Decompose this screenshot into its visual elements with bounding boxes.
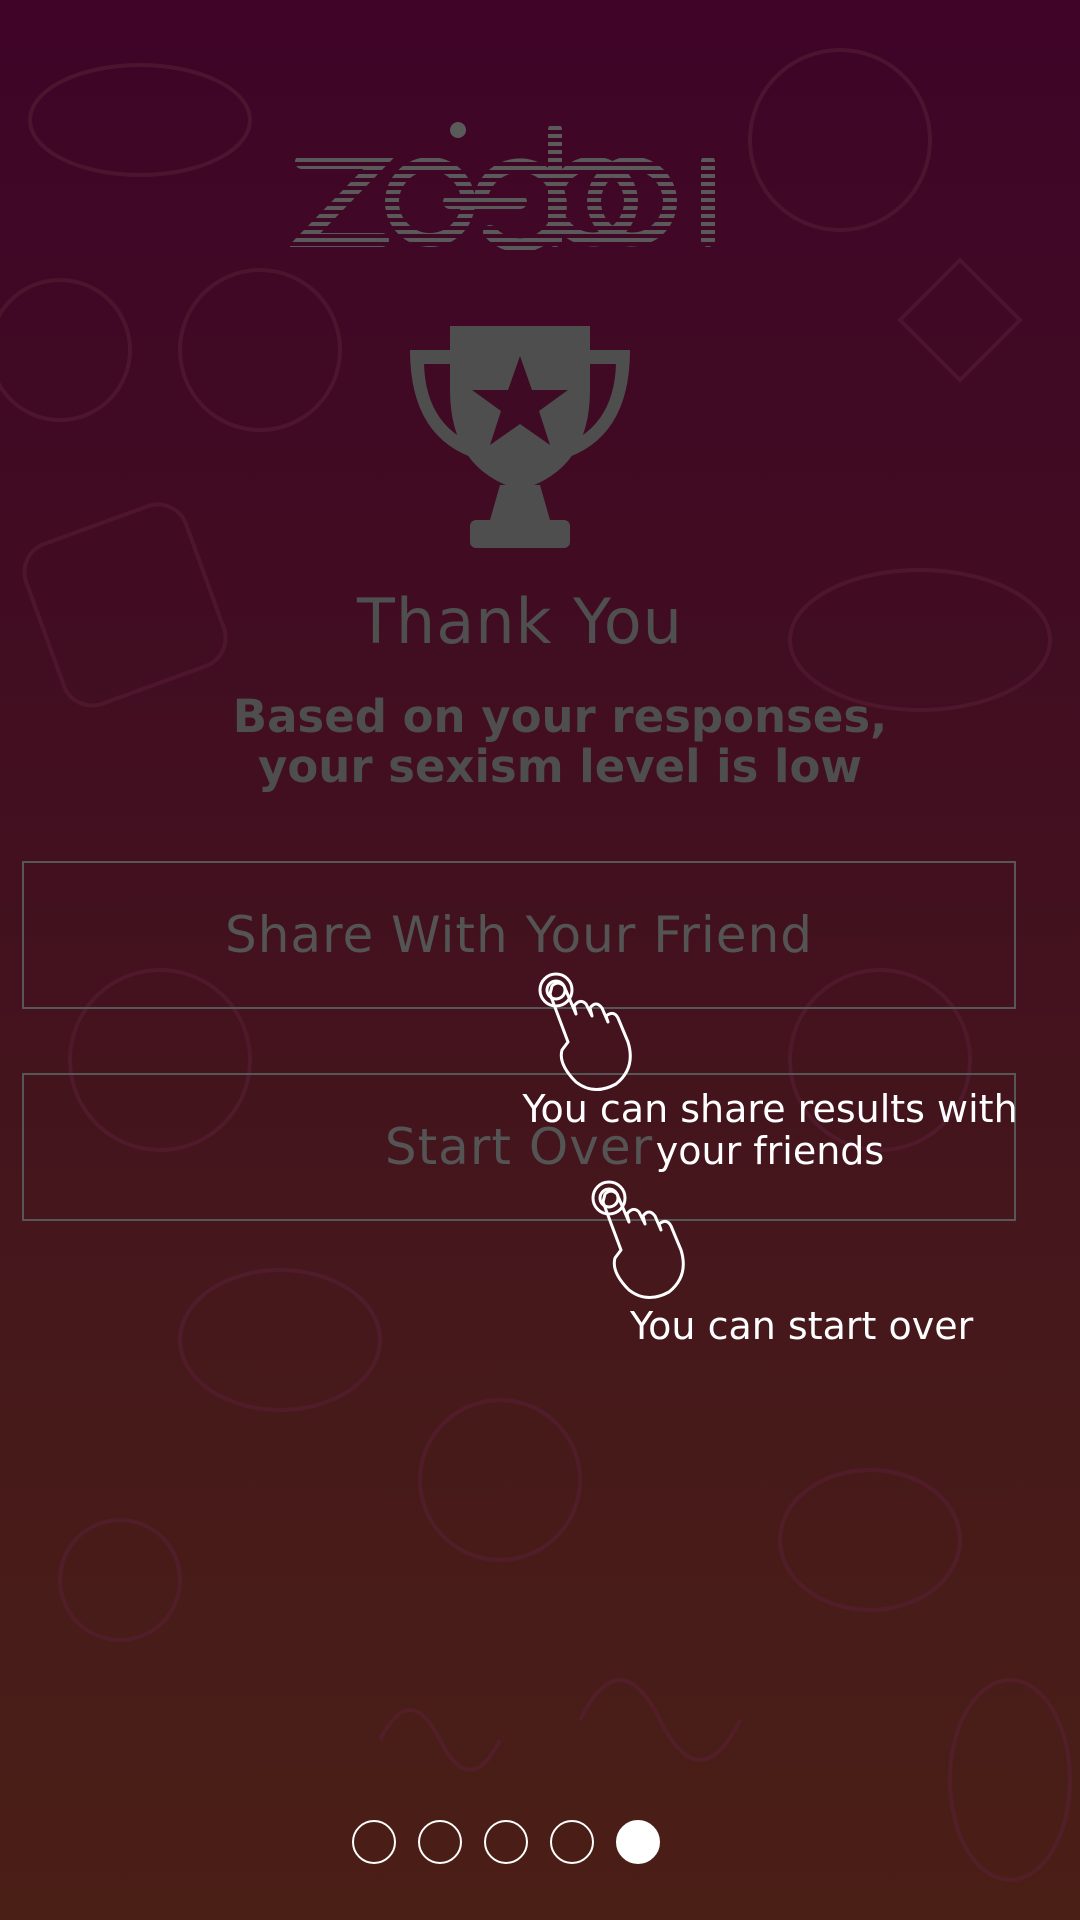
page-dot-2[interactable] xyxy=(418,1820,462,1864)
trophy-icon xyxy=(410,326,630,548)
page-dot-3[interactable] xyxy=(484,1820,528,1864)
tap-hand-icon xyxy=(591,1180,685,1299)
share-button[interactable]: Share With Your Friend xyxy=(22,861,1016,1009)
page-indicator xyxy=(352,1820,660,1864)
page-title: Thank You xyxy=(357,585,683,658)
share-button-label: Share With Your Friend xyxy=(225,906,813,964)
page-dot-1[interactable] xyxy=(352,1820,396,1864)
zoeba-logo xyxy=(290,122,715,253)
tap-hand-icon xyxy=(538,972,632,1091)
page-dot-4[interactable] xyxy=(550,1820,594,1864)
page-dot-5[interactable] xyxy=(616,1820,660,1864)
share-coach-tip: You can share results with your friends xyxy=(522,1087,1018,1173)
start-over-coach-tip: You can start over xyxy=(630,1304,974,1348)
result-message: Based on your responses, your sexism lev… xyxy=(232,690,888,793)
